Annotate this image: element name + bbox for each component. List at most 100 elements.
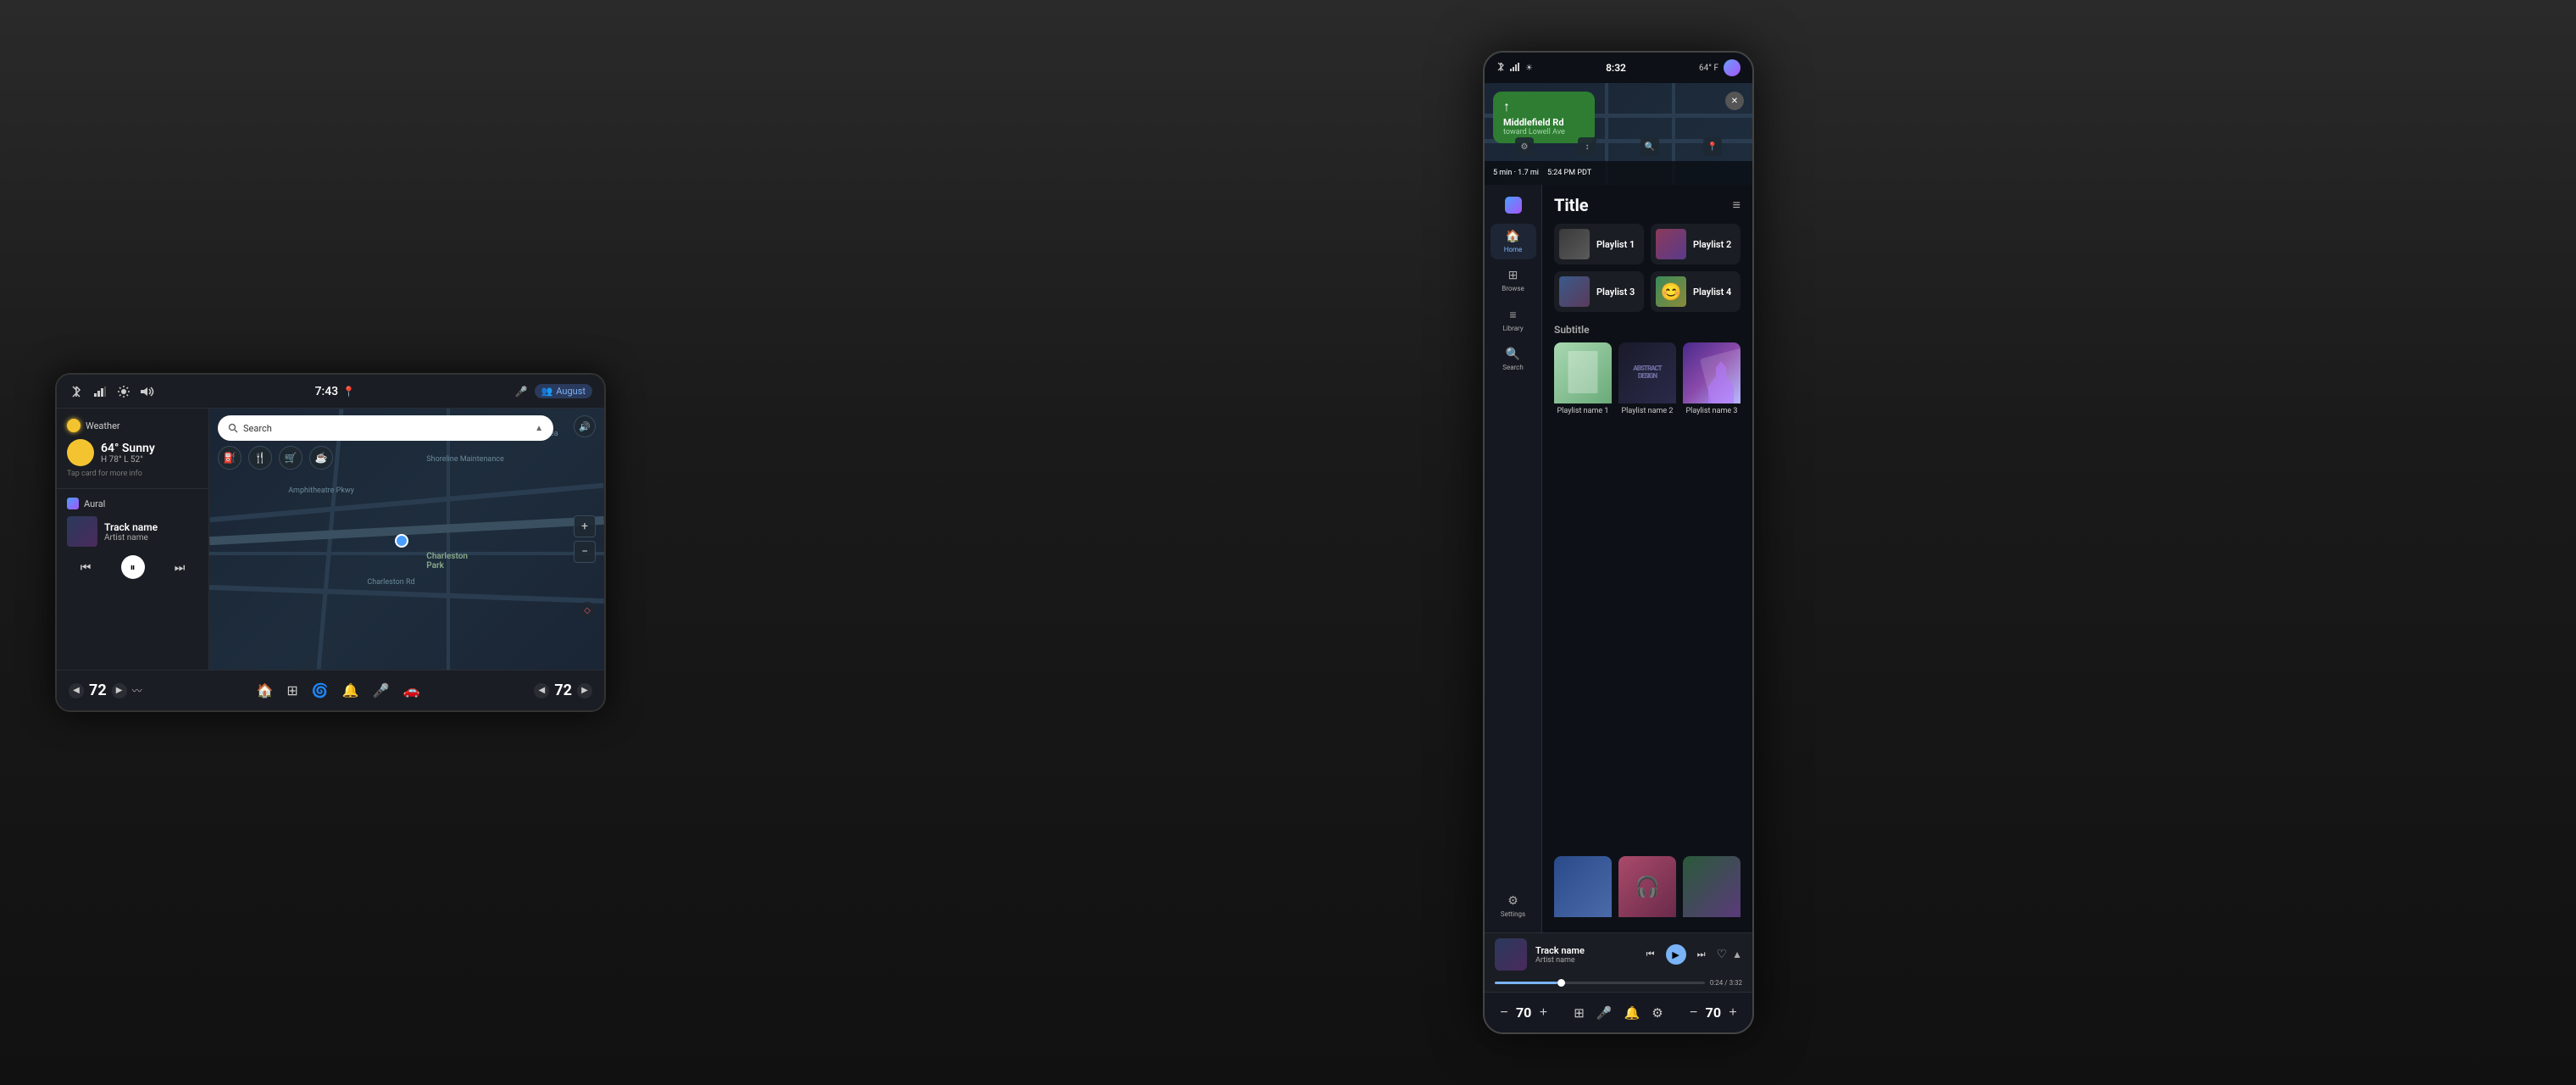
np-progress-dot (1557, 979, 1565, 987)
np-current-time: 0:24 (1710, 979, 1723, 987)
poi-coffee-button[interactable]: ☕ (309, 446, 333, 470)
apps-nav-button[interactable]: ⊞ (286, 682, 297, 698)
right-panel: ☀ 8:32 64° F ↑ Middlefield Rd toward Low… (661, 0, 2576, 1085)
device-screen: ☀ 8:32 64° F ↑ Middlefield Rd toward Low… (1483, 51, 1754, 1034)
playback-controls: ⏮ ⏸ ⏭ (67, 555, 198, 579)
browse-card-1[interactable]: Playlist name 1 (1554, 342, 1612, 856)
device-apps-button[interactable]: ⊞ (1574, 1005, 1585, 1021)
zoom-in-button[interactable]: + (574, 515, 596, 537)
weather-label: Weather (86, 420, 120, 431)
car-screen-topbar: 7:43 📍 🎤 👥 August (57, 375, 604, 409)
playlist-item-2[interactable]: Playlist 2 (1651, 224, 1740, 264)
volume-icon (140, 384, 155, 399)
device-right-temp-value: 70 (1706, 1004, 1721, 1021)
smiley-icon: 😊 (1661, 281, 1682, 302)
zoom-out-button[interactable]: − (574, 541, 596, 563)
weather-main: 64° Sunny H 78° L 52° (67, 439, 198, 466)
pause-button[interactable]: ⏸ (121, 555, 145, 579)
device-temperature: 64° F (1699, 64, 1718, 73)
nav-eta-bar: 5 min · 1.7 mi 5:24 PM PDT (1485, 161, 1752, 185)
home-nav-button[interactable]: 🏠 (257, 682, 274, 698)
compass-icon[interactable]: ◇ (579, 602, 596, 619)
queue-icon[interactable]: ≡ (1733, 197, 1740, 214)
previous-button[interactable]: ⏮ (74, 555, 97, 579)
right-temp-up-button[interactable]: ▶ (577, 683, 592, 698)
device-bottombar: − 70 + ⊞ 🎤 🔔 ⚙ − 70 + (1485, 992, 1752, 1032)
device-right-temp-decrease-button[interactable]: − (1686, 1005, 1702, 1021)
navigation-banner[interactable]: ↑ Middlefield Rd toward Lowell Ave ✕ ⚙ ↕… (1485, 83, 1752, 185)
user-badge[interactable]: 👥 August (535, 384, 592, 398)
np-previous-button[interactable]: ⏮ (1641, 944, 1661, 965)
playlist-item-1[interactable]: Playlist 1 (1554, 224, 1644, 264)
fan-nav-button[interactable]: 🌀 (312, 682, 329, 698)
device-settings-button[interactable]: ⚙ (1652, 1005, 1663, 1021)
browse-card-4[interactable] (1554, 856, 1612, 924)
np-next-button[interactable]: ⏭ (1691, 944, 1712, 965)
playlist-thumb-3 (1559, 276, 1590, 307)
screen-sidebar: Weather 64° Sunny H 78° L 52° Tap card f… (57, 409, 209, 670)
weather-card[interactable]: Weather 64° Sunny H 78° L 52° Tap card f… (57, 409, 208, 489)
playlist-item-3[interactable]: Playlist 3 (1554, 271, 1644, 312)
device-temp-decrease-button[interactable]: − (1496, 1005, 1512, 1021)
browse-card-5[interactable]: 🎧 (1618, 856, 1676, 924)
now-playing-bar[interactable]: Track name Artist name ⏮ ▶ ⏭ ♡ ▲ 0:24 (1485, 932, 1752, 992)
temp-up-button[interactable]: ▶ (112, 683, 127, 698)
np-progress-row: 0:24 / 3:32 (1495, 979, 1742, 987)
car-nav-button[interactable]: 🚗 (403, 682, 420, 698)
nav-search-button[interactable]: 🔍 (1641, 137, 1659, 156)
next-button[interactable]: ⏭ (168, 555, 192, 579)
map-road (210, 483, 604, 523)
sidebar-item-settings[interactable]: ⚙ Settings (1491, 888, 1536, 924)
nav-settings-button[interactable]: ⚙ (1515, 137, 1534, 156)
sidebar-item-library[interactable]: ≡ Library (1491, 302, 1536, 338)
map-area[interactable]: Amphitheatre Pkwy Charleston Rd Shorelin… (209, 409, 604, 670)
device-notification-button[interactable]: 🔔 (1624, 1005, 1641, 1021)
search-bar[interactable]: Search ▲ (218, 415, 553, 441)
tap-info: Tap card for more info (67, 470, 198, 478)
poi-shopping-button[interactable]: 🛒 (279, 446, 303, 470)
user-icon: 👥 (541, 386, 553, 397)
nav-direction-icon: ↑ (1503, 98, 1585, 115)
sidebar-item-home[interactable]: 🏠 Home (1491, 224, 1536, 259)
nav-eta-text: 5 min · 1.7 mi (1493, 169, 1539, 177)
device-time: 8:32 (1606, 62, 1626, 74)
nav-time-text: 5:24 PM PDT (1547, 169, 1591, 177)
nav-location-button[interactable]: 📍 (1703, 137, 1722, 156)
device-right-temp-increase-button[interactable]: + (1725, 1005, 1740, 1021)
nav-close-button[interactable]: ✕ (1725, 92, 1744, 110)
sidebar-item-browse[interactable]: ⊞ Browse (1491, 263, 1536, 298)
poi-fuel-button[interactable]: ⛽ (218, 446, 242, 470)
map-sound-button[interactable]: 🔊 (574, 415, 596, 437)
np-track-name: Track name (1535, 945, 1632, 956)
map-label-shoreline: Shoreline Maintenance (426, 455, 503, 464)
browse-thumb-3 (1683, 342, 1740, 403)
device-signal-icon (1510, 63, 1520, 74)
car-screen: 7:43 📍 🎤 👥 August Weather (55, 373, 606, 712)
browse-name-1: Playlist name 1 (1554, 403, 1612, 419)
browse-card-3[interactable]: Playlist name 3 (1683, 342, 1740, 856)
device-temp-increase-button[interactable]: + (1535, 1005, 1551, 1021)
np-expand-button[interactable]: ▲ (1732, 949, 1742, 960)
sidebar-item-search[interactable]: 🔍 Search (1491, 342, 1536, 377)
device-mic-button[interactable]: 🎤 (1596, 1005, 1613, 1021)
music-card[interactable]: Aural Track name Artist name ⏮ ⏸ ⏭ (57, 489, 208, 670)
playlist-item-4[interactable]: 😊 Playlist 4 (1651, 271, 1740, 312)
notification-nav-button[interactable]: 🔔 (342, 682, 359, 698)
np-favorite-button[interactable]: ♡ (1717, 948, 1728, 961)
right-temp-down-button[interactable]: ◀ (534, 683, 549, 698)
poi-food-button[interactable]: 🍴 (248, 446, 272, 470)
temp-down-button[interactable]: ◀ (69, 683, 84, 698)
nav-directions-button[interactable]: ↕ (1578, 137, 1596, 156)
content-title: Title (1554, 195, 1589, 215)
person-silhouette-icon (1708, 361, 1734, 403)
browse-card-2[interactable]: ABSTRACTDESIGN Playlist name 2 (1618, 342, 1676, 856)
mic-nav-button[interactable]: 🎤 (373, 682, 390, 698)
settings-label: Settings (1501, 910, 1525, 918)
browse-row-2: 🎧 (1542, 856, 1752, 932)
left-temp-group: ◀ 72 ▶ 〰 (69, 682, 142, 699)
np-progress-bar[interactable] (1495, 982, 1705, 984)
right-temp-group: ◀ 72 ▶ (534, 682, 592, 699)
np-progress-fill (1495, 982, 1557, 984)
np-play-button[interactable]: ▶ (1666, 944, 1686, 965)
browse-card-6[interactable] (1683, 856, 1740, 924)
